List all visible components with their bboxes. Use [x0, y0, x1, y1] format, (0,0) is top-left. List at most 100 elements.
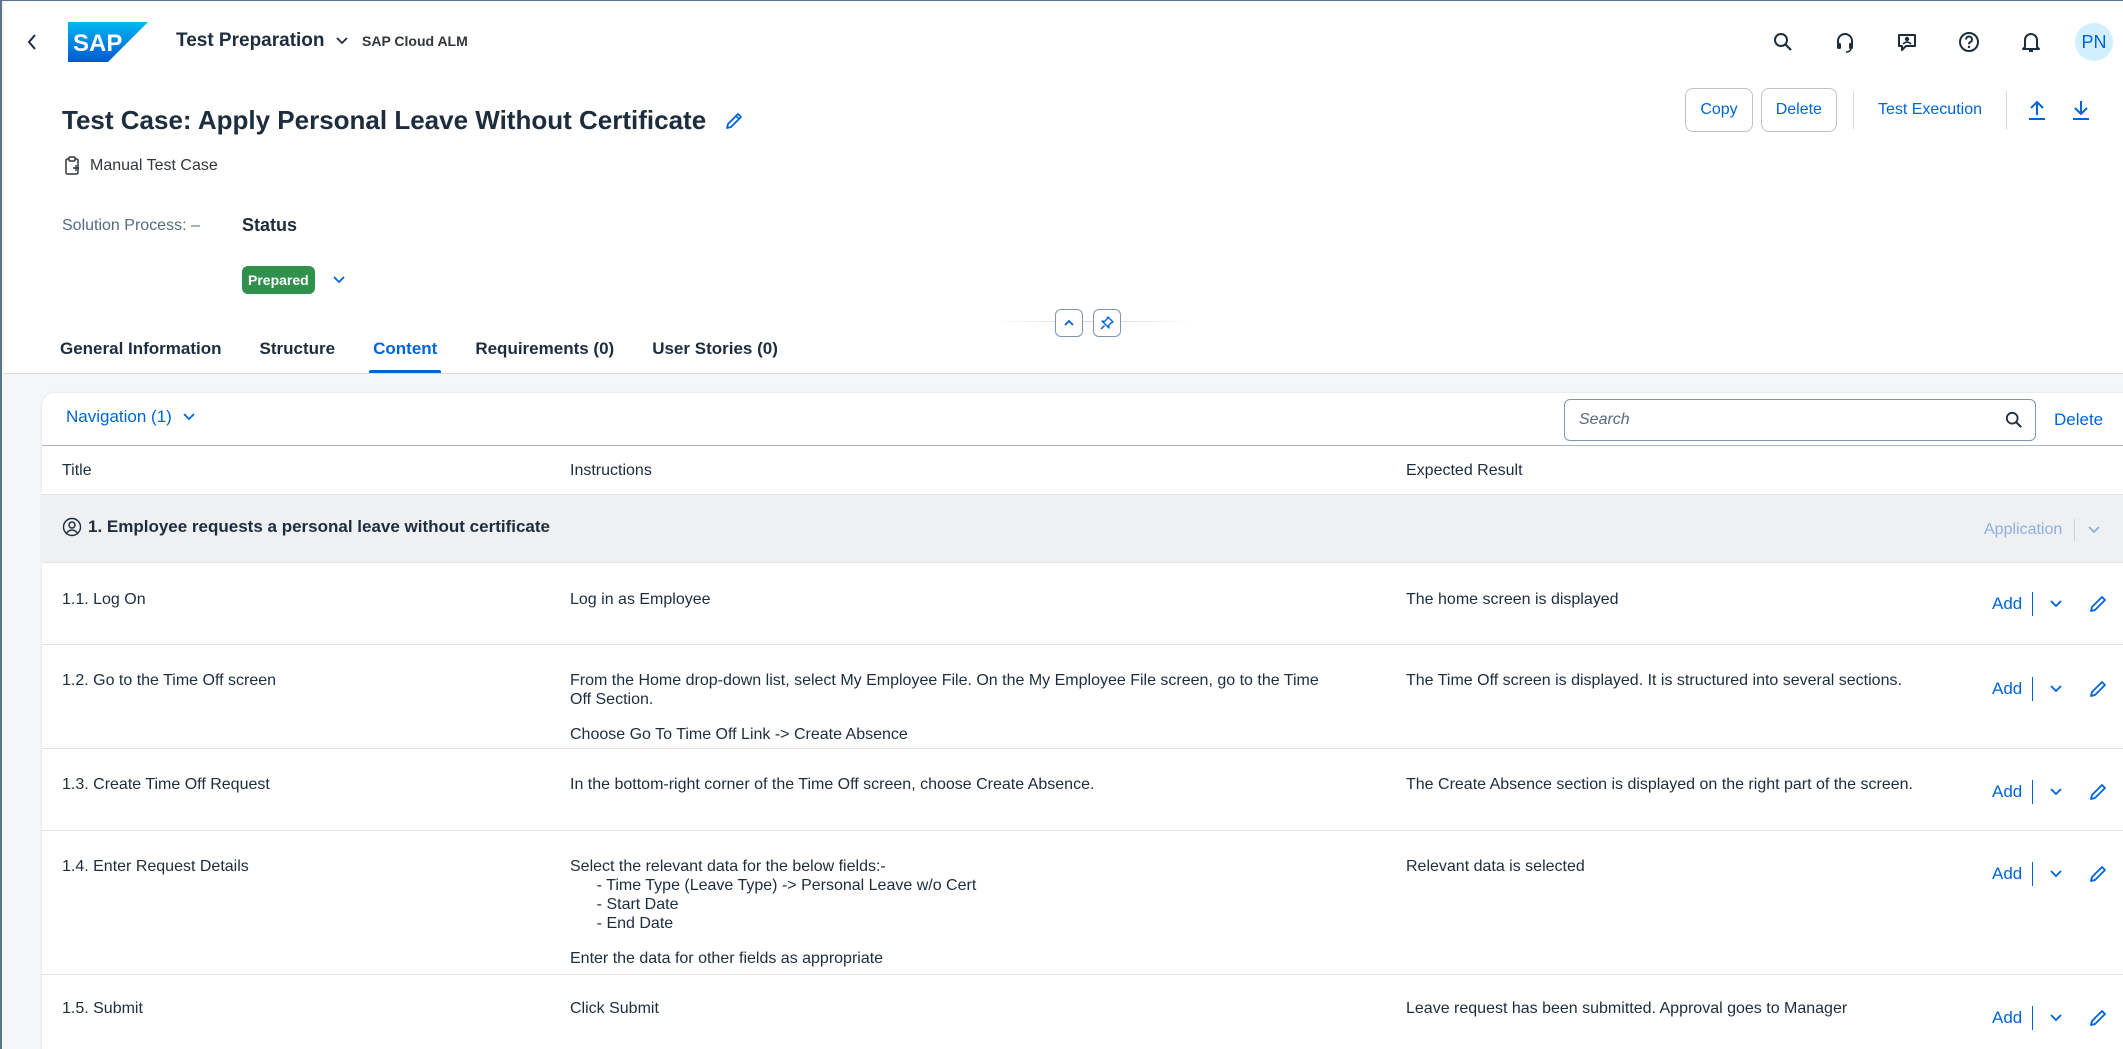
- row-instructions: Log in as Employee: [570, 591, 711, 608]
- chat-person-icon: [1898, 34, 1916, 51]
- pencil-icon: [2090, 596, 2107, 612]
- tab-structure[interactable]: Structure: [260, 325, 336, 373]
- row-instructions-extra: Enter the data for other fields as appro…: [570, 950, 884, 967]
- help-icon: [1959, 32, 1979, 52]
- edit-title-button[interactable]: [724, 111, 744, 131]
- add-button[interactable]: Add: [1992, 1008, 2022, 1028]
- sap-logo[interactable]: SAP: [68, 22, 148, 62]
- separator: [2032, 677, 2034, 701]
- add-menu-button[interactable]: [2045, 862, 2067, 886]
- chevron-left-icon: [27, 34, 36, 50]
- table-row[interactable]: 1.3. Create Time Off Request In the bott…: [42, 749, 2123, 831]
- edit-row-button[interactable]: [2083, 778, 2113, 806]
- page-subtitle-text: Manual Test Case: [90, 157, 218, 174]
- object-page-header: SAP Test Preparation SAP Cloud ALM PN Te…: [4, 2, 2123, 374]
- app-subtitle: SAP Cloud ALM: [362, 33, 468, 49]
- upload-icon: [2029, 100, 2045, 120]
- separator: [2032, 862, 2034, 886]
- chevron-down-icon: [333, 276, 345, 284]
- tab-user-stories[interactable]: User Stories (0): [652, 325, 778, 373]
- group-title-text: 1. Employee requests a personal leave wi…: [88, 517, 551, 536]
- page-subtitle: Manual Test Case: [64, 156, 218, 176]
- download-button[interactable]: [2059, 88, 2103, 132]
- group-title: 1. Employee requests a personal leave wi…: [62, 517, 550, 537]
- add-menu-button[interactable]: [2045, 677, 2067, 701]
- back-button[interactable]: [18, 24, 46, 60]
- user-avatar[interactable]: PN: [2075, 23, 2113, 61]
- person-icon: [62, 517, 82, 537]
- edit-row-button[interactable]: [2083, 860, 2113, 888]
- shell-actions: PN: [1765, 22, 2113, 62]
- tab-bar: General Information Structure Content Re…: [60, 325, 816, 373]
- row-actions: Add: [1992, 675, 2113, 703]
- add-button[interactable]: Add: [1992, 864, 2022, 884]
- search-button[interactable]: [1765, 24, 1801, 60]
- table-row[interactable]: 1.2. Go to the Time Off screen From the …: [42, 645, 2123, 749]
- feedback-button[interactable]: [1889, 24, 1925, 60]
- add-menu-button[interactable]: [2045, 780, 2067, 804]
- delete-button[interactable]: Delete: [1760, 88, 1837, 132]
- test-execution-button[interactable]: Test Execution: [1862, 88, 1998, 132]
- help-button[interactable]: [1951, 24, 1987, 60]
- table-toolbar: Navigation (1) Delete: [42, 393, 2123, 445]
- upload-button[interactable]: [2015, 88, 2059, 132]
- add-menu-button[interactable]: [2045, 592, 2067, 616]
- row-expected-result: Leave request has been submitted. Approv…: [1406, 1000, 1848, 1017]
- status-label: Status: [242, 215, 298, 235]
- shell-bar: SAP Test Preparation SAP Cloud ALM PN: [4, 2, 2123, 82]
- row-expected-result: The home screen is displayed: [1406, 591, 1619, 608]
- app-title: Test Preparation: [176, 30, 325, 51]
- table-row[interactable]: 1.5. Submit Click Submit Leave request h…: [42, 975, 2123, 1049]
- group-row[interactable]: 1. Employee requests a personal leave wi…: [42, 495, 2123, 563]
- chevron-up-icon: [1064, 319, 1074, 326]
- status-dropdown-button[interactable]: [326, 266, 352, 294]
- toolbar-separator: [1852, 91, 1854, 129]
- row-actions: Add: [1992, 860, 2113, 888]
- application-menu[interactable]: Application: [1984, 519, 2101, 541]
- sap-logo-text: SAP: [73, 30, 122, 57]
- app-frame: SAP Test Preparation SAP Cloud ALM PN Te…: [0, 0, 2123, 1049]
- application-label: Application: [1984, 521, 2063, 538]
- navigation-dropdown[interactable]: Navigation (1): [66, 407, 196, 427]
- app-title-menu[interactable]: Test Preparation: [176, 30, 349, 52]
- row-title: 1.2. Go to the Time Off screen: [62, 672, 277, 689]
- pencil-icon: [2090, 866, 2107, 882]
- search-submit-button[interactable]: [1993, 400, 2035, 440]
- tab-content[interactable]: Content: [369, 325, 442, 373]
- download-icon: [2073, 101, 2089, 120]
- edit-row-button[interactable]: [2083, 590, 2113, 618]
- notifications-button[interactable]: [2013, 24, 2049, 60]
- add-menu-button[interactable]: [2045, 1006, 2067, 1030]
- edit-row-button[interactable]: [2083, 675, 2113, 703]
- row-instructions: In the bottom-right corner of the Time O…: [570, 776, 1095, 793]
- add-button[interactable]: Add: [1992, 679, 2022, 699]
- add-button[interactable]: Add: [1992, 782, 2022, 802]
- row-title: 1.4. Enter Request Details: [62, 858, 249, 875]
- row-actions: Add: [1992, 590, 2113, 618]
- add-button[interactable]: Add: [1992, 594, 2022, 614]
- separator: [2032, 592, 2034, 616]
- pencil-icon: [2090, 681, 2107, 697]
- separator: [2032, 780, 2034, 804]
- support-button[interactable]: [1827, 24, 1863, 60]
- copy-button[interactable]: Copy: [1685, 88, 1753, 132]
- tab-requirements[interactable]: Requirements (0): [475, 325, 614, 373]
- edit-row-button[interactable]: [2083, 1004, 2113, 1032]
- column-header-title[interactable]: Title: [62, 462, 92, 480]
- collapse-header-button[interactable]: [1055, 309, 1083, 337]
- table-delete-button[interactable]: Delete: [2054, 401, 2103, 439]
- search-icon: [2005, 411, 2022, 428]
- pin-header-button[interactable]: [1093, 309, 1121, 337]
- row-title: 1.1. Log On: [62, 591, 146, 608]
- row-instructions: Select the relevant data for the below f…: [570, 858, 977, 932]
- tab-general-information[interactable]: General Information: [60, 325, 222, 373]
- search-input[interactable]: [1565, 401, 1993, 439]
- table-row[interactable]: 1.4. Enter Request Details Select the re…: [42, 831, 2123, 975]
- column-header-instructions[interactable]: Instructions: [570, 462, 652, 480]
- toolbar-separator: [2006, 91, 2007, 129]
- pencil-icon: [726, 112, 743, 129]
- column-header-expected-result[interactable]: Expected Result: [1406, 462, 1523, 480]
- table-row[interactable]: 1.1. Log On Log in as Employee The home …: [42, 563, 2123, 645]
- chevron-down-icon: [2050, 870, 2062, 878]
- chevron-down-icon: [335, 37, 348, 45]
